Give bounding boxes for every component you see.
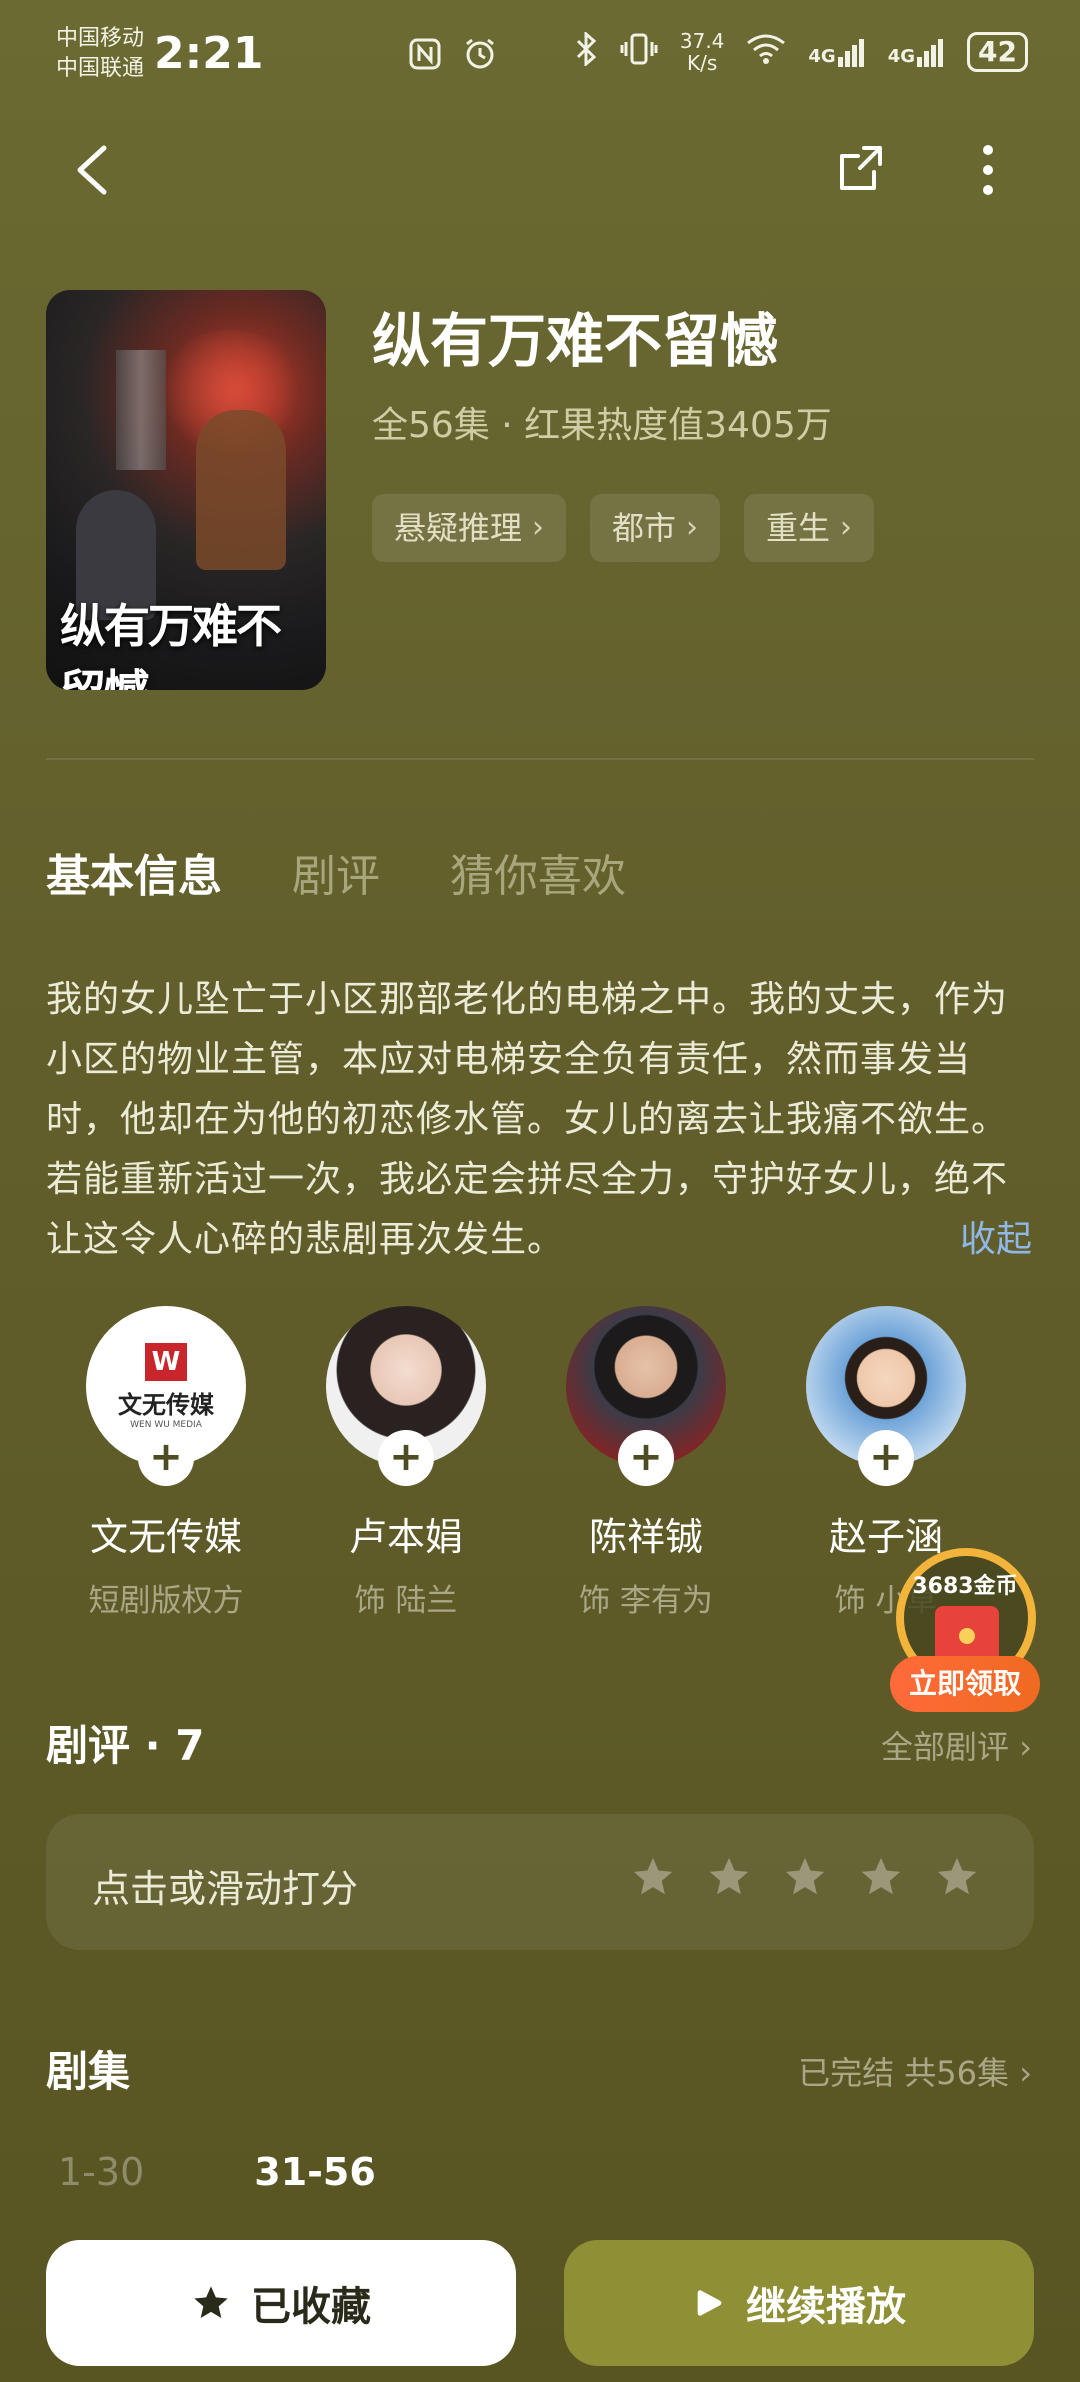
all-reviews-link[interactable]: 全部剧评 › bbox=[881, 1722, 1032, 1768]
red-envelope-icon bbox=[935, 1606, 999, 1662]
status-icons-right: 37.4 K/s 4G 4G 42 bbox=[574, 30, 1028, 74]
back-arrow-icon bbox=[77, 145, 107, 195]
detail-tabs: 基本信息 剧评 猜你喜欢 bbox=[46, 840, 626, 904]
clock: 2:21 bbox=[154, 28, 264, 79]
genre-tags: 悬疑推理 › 都市 › 重生 › bbox=[372, 494, 875, 562]
episode-ranges: 1-30 31-56 bbox=[58, 2150, 376, 2194]
tab-recommendations[interactable]: 猜你喜欢 bbox=[450, 840, 626, 904]
share-icon bbox=[840, 146, 882, 190]
more-vertical-icon bbox=[983, 145, 993, 195]
signal-1-icon: 4G bbox=[808, 37, 865, 67]
follow-plus-icon[interactable]: + bbox=[138, 1430, 194, 1486]
cast-role: 饰 李有为 bbox=[579, 1583, 713, 1619]
claim-coins-button[interactable]: 立即领取 bbox=[890, 1656, 1040, 1712]
battery-indicator: 42 bbox=[967, 32, 1028, 72]
rating-stars[interactable] bbox=[630, 1854, 980, 1900]
cast-name: 文无传媒 bbox=[89, 1515, 242, 1559]
follow-plus-icon[interactable]: + bbox=[378, 1430, 434, 1486]
logo-subtext: WEN WU MEDIA bbox=[130, 1419, 202, 1430]
drama-meta: 全56集 · 红果热度值3405万 bbox=[372, 405, 832, 446]
logo-mark: W bbox=[145, 1342, 187, 1381]
carrier-1: 中国移动 bbox=[56, 26, 145, 51]
network-speed: 37.4 K/s bbox=[680, 30, 725, 74]
signal-2-icon: 4G bbox=[888, 37, 945, 67]
chevron-right-icon: › bbox=[686, 510, 699, 545]
carrier-2: 中国联通 bbox=[56, 56, 145, 81]
rating-box[interactable]: 点击或滑动打分 bbox=[46, 1814, 1034, 1950]
chevron-right-icon: › bbox=[532, 510, 545, 545]
coin-amount: 3683金币 bbox=[912, 1574, 1018, 1599]
more-options-button[interactable] bbox=[970, 142, 1006, 198]
logo-text: 文无传媒 bbox=[118, 1390, 214, 1419]
speed-value: 37.4 bbox=[679, 29, 725, 53]
cast-member[interactable]: + 卢本娟 饰 陆兰 bbox=[286, 1306, 526, 1620]
star-icon[interactable] bbox=[706, 1854, 752, 1900]
tag-suspense[interactable]: 悬疑推理 › bbox=[372, 494, 567, 562]
tab-basic-info[interactable]: 基本信息 bbox=[46, 840, 222, 904]
poster-figure bbox=[196, 410, 286, 570]
play-icon bbox=[697, 2290, 722, 2316]
play-label: 继续播放 bbox=[746, 2284, 906, 2330]
drama-poster[interactable]: 纵有万难不留憾 bbox=[46, 290, 326, 690]
cast-role: 饰 陆兰 bbox=[354, 1583, 458, 1619]
poster-title: 纵有万难不留憾 bbox=[60, 599, 282, 690]
tag-label: 都市 bbox=[612, 509, 677, 547]
chevron-right-icon: › bbox=[840, 510, 853, 545]
reviews-title: 剧评 · 7 bbox=[46, 1721, 205, 1770]
episodes-title: 剧集 bbox=[46, 2047, 131, 2096]
range-tab-31-56[interactable]: 31-56 bbox=[254, 2150, 376, 2194]
star-filled-icon bbox=[194, 2286, 228, 2318]
tab-reviews[interactable]: 剧评 bbox=[292, 840, 380, 904]
tag-urban[interactable]: 都市 › bbox=[590, 494, 721, 562]
range-tab-1-30[interactable]: 1-30 bbox=[58, 2150, 144, 2194]
back-button[interactable] bbox=[70, 140, 114, 200]
carrier-info: 中国移动 中国联通 bbox=[56, 24, 144, 84]
cast-member[interactable]: W 文无传媒 WEN WU MEDIA + 文无传媒 短剧版权方 bbox=[46, 1306, 286, 1620]
status-bar: 中国移动 中国联通 2:21 37.4 K/s 4G 4G 42 bbox=[0, 0, 1080, 110]
cast-name: 卢本娟 bbox=[348, 1515, 463, 1559]
rating-prompt: 点击或滑动打分 bbox=[92, 1867, 359, 1911]
poster-elevator bbox=[116, 350, 166, 470]
follow-plus-icon[interactable]: + bbox=[858, 1430, 914, 1486]
drama-title: 纵有万难不留憾 bbox=[372, 307, 779, 375]
follow-plus-icon[interactable]: + bbox=[618, 1430, 674, 1486]
status-icons-left bbox=[408, 36, 498, 80]
coin-reward-widget[interactable]: 3683金币 立即领取 bbox=[890, 1548, 1040, 1718]
star-icon[interactable] bbox=[630, 1854, 676, 1900]
alarm-icon bbox=[462, 36, 498, 80]
favorite-button[interactable]: 已收藏 bbox=[46, 2240, 516, 2366]
continue-play-button[interactable]: 继续播放 bbox=[564, 2240, 1034, 2366]
cast-list: W 文无传媒 WEN WU MEDIA + 文无传媒 短剧版权方 + 卢本娟 饰… bbox=[46, 1306, 1036, 1620]
cast-name: 陈祥铖 bbox=[588, 1515, 703, 1559]
nfc-icon bbox=[408, 37, 442, 79]
tag-rebirth[interactable]: 重生 › bbox=[744, 494, 875, 562]
star-icon[interactable] bbox=[858, 1854, 904, 1900]
episodes-status-link[interactable]: 已完结 共56集 › bbox=[798, 2048, 1032, 2094]
star-icon[interactable] bbox=[782, 1854, 828, 1900]
cast-member[interactable]: + 陈祥铖 饰 李有为 bbox=[526, 1306, 766, 1620]
collapse-button[interactable]: 收起 bbox=[960, 1210, 1032, 1262]
speed-unit: K/s bbox=[687, 51, 718, 75]
network-type-2: 4G bbox=[887, 46, 916, 67]
cast-role: 短剧版权方 bbox=[88, 1583, 244, 1619]
bluetooth-icon bbox=[574, 30, 598, 72]
wifi-icon bbox=[746, 33, 786, 71]
network-type-1: 4G bbox=[808, 46, 836, 67]
tag-label: 重生 bbox=[766, 509, 831, 547]
vibrate-icon bbox=[620, 32, 658, 72]
star-icon[interactable] bbox=[934, 1854, 980, 1900]
favorite-label: 已收藏 bbox=[251, 2284, 371, 2330]
synopsis-text: 我的女儿坠亡于小区那部老化的电梯之中。我的丈夫，作为小区的物业主管，本应对电梯安… bbox=[46, 979, 1009, 1260]
tag-label: 悬疑推理 bbox=[394, 509, 523, 547]
divider bbox=[46, 758, 1034, 760]
share-button[interactable] bbox=[836, 140, 888, 196]
